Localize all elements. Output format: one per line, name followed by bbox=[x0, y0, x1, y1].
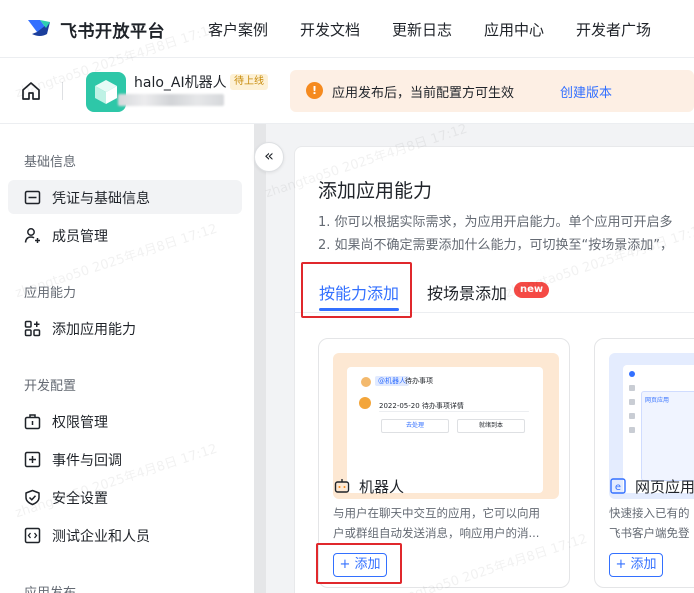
brand-name[interactable]: 飞书开放平台 bbox=[60, 17, 165, 42]
sidebar-item-label: 事件与回调 bbox=[52, 453, 122, 469]
feishu-logo-icon[interactable] bbox=[26, 16, 52, 40]
card-desc-line-1: 与用户在聊天中交互的应用，它可以向用 bbox=[333, 506, 540, 520]
apps-add-icon bbox=[24, 320, 41, 337]
sidebar-item-label: 添加应用能力 bbox=[52, 322, 136, 338]
nav-developer-square[interactable]: 开发者广场 bbox=[576, 19, 651, 40]
sidebar-group-capabilities: 应用能力 bbox=[24, 286, 77, 301]
highlight-box-tab bbox=[301, 262, 412, 318]
id-card-icon bbox=[24, 190, 41, 205]
sidebar-item-label: 成员管理 bbox=[52, 229, 108, 245]
sidebar-item-security[interactable]: 安全设置 bbox=[8, 480, 242, 514]
nav-customer-cases[interactable]: 客户案例 bbox=[208, 19, 268, 40]
sidebar-item-add-capability[interactable]: 添加应用能力 bbox=[8, 311, 242, 345]
code-window-icon bbox=[24, 527, 41, 544]
briefcase-lock-icon bbox=[24, 414, 41, 430]
nav-changelog[interactable]: 更新日志 bbox=[392, 19, 452, 40]
mock-webapp-label: 网页应用 bbox=[645, 397, 670, 404]
divider bbox=[62, 82, 63, 100]
nav-app-center[interactable]: 应用中心 bbox=[484, 19, 544, 40]
card-title: 机器人 bbox=[359, 478, 405, 496]
capability-card-web-app[interactable]: 网页应用 e 网页应用 快速接入已有的 飞书客户端免登 + 添加 bbox=[594, 338, 694, 588]
sidebar-item-permissions[interactable]: 权限管理 bbox=[8, 404, 242, 438]
card-title: 网页应用 bbox=[635, 478, 694, 496]
sidebar-group-dev-config: 开发配置 bbox=[24, 379, 77, 394]
status-badge: 待上线 bbox=[230, 74, 268, 90]
app-id-blurred bbox=[118, 94, 224, 106]
sidebar: 基础信息 凭证与基础信息 成员管理 应用能力 添加应用能力 开发配置 权限管理 … bbox=[0, 124, 256, 593]
sidebar-item-credentials[interactable]: 凭证与基础信息 bbox=[8, 180, 242, 214]
create-version-link[interactable]: 创建版本 bbox=[560, 82, 612, 101]
mock-date-line: 2022-05-20 待办事项详情 bbox=[379, 402, 464, 410]
mock-button-1: 去处理 bbox=[381, 419, 449, 433]
sidebar-item-events[interactable]: 事件与回调 bbox=[8, 442, 242, 476]
publish-notice: ! 应用发布后，当前配置方可生效 创建版本 bbox=[290, 70, 694, 112]
warning-icon: ! bbox=[306, 82, 323, 99]
nav-dev-docs[interactable]: 开发文档 bbox=[300, 19, 360, 40]
sidebar-item-label: 测试企业和人员 bbox=[52, 529, 150, 545]
mock-button-2: 就绪到本 bbox=[457, 419, 525, 433]
description-line-2: 2. 如果尚不确定需要添加什么能力，可切换至“按场景添加”， bbox=[318, 238, 674, 253]
collapse-sidebar-button[interactable]: « bbox=[254, 142, 284, 172]
top-nav: 飞书开放平台 客户案例 开发文档 更新日志 应用中心 开发者广场 bbox=[0, 0, 694, 58]
home-icon[interactable] bbox=[20, 80, 42, 102]
card-desc-line-1: 快速接入已有的 bbox=[609, 506, 690, 520]
sidebar-scrollbar[interactable] bbox=[254, 124, 266, 593]
description-line-1: 1. 你可以根据实际需求，为应用开启能力。单个应用可开启多 bbox=[318, 215, 673, 230]
tab-by-scenario[interactable]: 按场景添加 bbox=[427, 280, 507, 304]
sidebar-item-label: 凭证与基础信息 bbox=[52, 191, 150, 207]
sidebar-item-test-tenants[interactable]: 测试企业和人员 bbox=[8, 518, 242, 552]
plus-square-icon bbox=[24, 451, 41, 468]
add-webapp-button[interactable]: + 添加 bbox=[609, 553, 663, 577]
app-name: halo_AI机器人 bbox=[134, 75, 227, 91]
card-desc-line-2: 户或群组自动发送消息，响应用户的消... bbox=[333, 526, 540, 540]
notice-text: 应用发布后，当前配置方可生效 bbox=[332, 86, 515, 101]
user-add-icon bbox=[24, 228, 40, 243]
app-avatar bbox=[86, 72, 126, 112]
mock-chat-tag: 待办事项 bbox=[405, 377, 433, 385]
robot-icon bbox=[334, 479, 350, 493]
shield-check-icon bbox=[25, 489, 40, 506]
sidebar-group-publish: 应用发布 bbox=[24, 582, 76, 593]
mock-chat-name: @机器人 bbox=[375, 376, 409, 386]
highlight-box-add bbox=[316, 543, 402, 584]
sidebar-item-label: 安全设置 bbox=[52, 491, 108, 507]
card-desc-line-2: 飞书客户端免登 bbox=[609, 526, 690, 540]
page-title: 添加应用能力 bbox=[318, 180, 433, 202]
sidebar-item-members[interactable]: 成员管理 bbox=[8, 218, 242, 252]
cube-icon bbox=[95, 80, 117, 104]
new-badge: new bbox=[514, 282, 550, 298]
app-header: halo_AI机器人 待上线 ! 应用发布后，当前配置方可生效 创建版本 bbox=[0, 58, 694, 124]
web-app-icon: e bbox=[610, 478, 626, 494]
sidebar-group-basic-info: 基础信息 bbox=[24, 155, 77, 170]
sidebar-item-label: 权限管理 bbox=[52, 415, 108, 431]
svg-text:e: e bbox=[615, 482, 621, 493]
